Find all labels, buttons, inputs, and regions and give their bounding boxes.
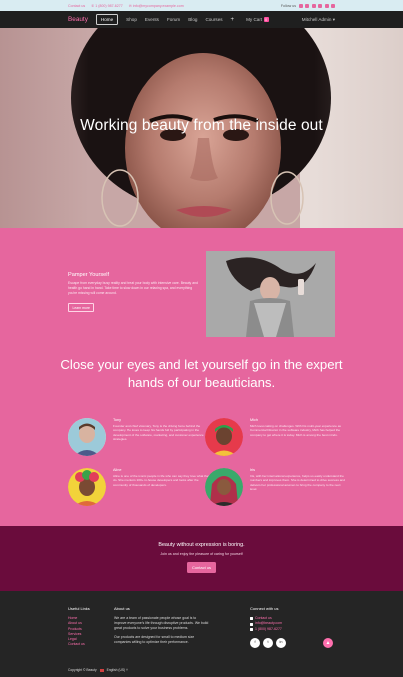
main-navbar: Beauty Home Shop Events Forum Blog Cours… bbox=[0, 11, 403, 28]
nav-home[interactable]: Home bbox=[95, 14, 119, 25]
footer-about-text-1: We are a team of passionate people whose… bbox=[114, 616, 209, 631]
team-desc-aline: Aline is one of the iconic people in lif… bbox=[113, 474, 210, 487]
pamper-section: Pamper Yourself Escape from everyday bus… bbox=[68, 272, 198, 314]
github-icon[interactable] bbox=[324, 3, 329, 8]
user-menu[interactable]: Mitchell Admin ▾ bbox=[302, 17, 335, 23]
cart-link[interactable]: My Cart 0 bbox=[246, 17, 269, 22]
contact-us-button[interactable]: Contact us bbox=[186, 562, 217, 573]
hero-title: Working beauty from the inside out bbox=[80, 117, 323, 134]
footer-about-title: About us bbox=[114, 606, 130, 611]
footer-social-icons: f t in bbox=[250, 638, 330, 649]
cart-label: My Cart bbox=[246, 17, 263, 22]
cta-title: Beauty without expression is boring. bbox=[158, 542, 245, 548]
brand-logo[interactable]: Beauty bbox=[68, 16, 88, 23]
nav-shop[interactable]: Shop bbox=[126, 17, 137, 22]
team-name-aline: Aline bbox=[113, 468, 122, 472]
pamper-title: Pamper Yourself bbox=[68, 272, 110, 278]
learn-more-button[interactable]: Learn more bbox=[68, 303, 95, 313]
beautician-quote: Close your eyes and let yourself go in t… bbox=[60, 357, 343, 390]
team-avatar-iris bbox=[205, 468, 243, 506]
team-avatar-aline bbox=[68, 468, 106, 506]
twitter-icon[interactable] bbox=[305, 3, 309, 8]
facebook-icon[interactable] bbox=[298, 3, 303, 8]
team-name-mich: Mich bbox=[250, 418, 259, 422]
pamper-photo bbox=[206, 251, 335, 337]
scroll-to-top-button[interactable]: ▲ bbox=[323, 638, 333, 648]
footer-phone-link[interactable]: 1 (800) 987-6277 bbox=[250, 627, 330, 632]
footer-links-title: Useful Links bbox=[68, 606, 90, 611]
envelope-icon bbox=[250, 622, 253, 626]
team-avatar-tony bbox=[68, 418, 106, 456]
comment-icon bbox=[250, 617, 253, 621]
social-follow: Follow us bbox=[280, 3, 335, 8]
hair-flip-image bbox=[206, 251, 335, 337]
email-link[interactable]: ✉ info@mycompany.example.com bbox=[129, 4, 184, 8]
copyright-bar: Copyright © Beauty English (US) ˅ bbox=[68, 668, 128, 672]
nav-forum[interactable]: Forum bbox=[167, 17, 180, 22]
footer-about-text-2: Our products are designed for small to m… bbox=[114, 635, 195, 645]
team-avatar-mich bbox=[205, 418, 243, 456]
team-desc-iris: Iris, with her international experience,… bbox=[250, 474, 345, 492]
team-name-tony: Tony bbox=[113, 418, 122, 422]
cta-subtitle: Join us and enjoy the pleasure of caring… bbox=[160, 552, 243, 556]
instagram-icon[interactable] bbox=[331, 3, 335, 8]
linkedin-icon[interactable]: in bbox=[276, 638, 286, 649]
copyright-text: Copyright © Beauty bbox=[68, 668, 97, 672]
email-text: info@mycompany.example.com bbox=[132, 3, 184, 8]
nav-blog[interactable]: Blog bbox=[188, 17, 197, 22]
team-name-iris: Iris bbox=[250, 468, 256, 472]
team-desc-tony: Founder and chief visionary, Tony is the… bbox=[113, 424, 204, 442]
flag-icon bbox=[99, 668, 104, 672]
site-footer: Useful Links Home About us Products Serv… bbox=[0, 591, 403, 677]
footer-connect-title: Connect with us bbox=[250, 606, 279, 611]
twitter-icon[interactable]: t bbox=[263, 638, 273, 649]
nav-courses[interactable]: Courses bbox=[205, 17, 222, 22]
add-menu-icon[interactable]: + bbox=[231, 17, 235, 23]
footer-useful-links: Useful Links Home About us Products Serv… bbox=[68, 606, 108, 648]
footer-connect: Connect with us Contact us info@beauty.c… bbox=[250, 606, 330, 649]
language-selector[interactable]: English (US) ˅ bbox=[107, 668, 128, 672]
footer-phone-text: 1 (800) 987-6277 bbox=[255, 626, 282, 631]
phone-link[interactable]: ✆ 1 (800) 987-6277 bbox=[91, 4, 123, 8]
phone-icon bbox=[250, 628, 253, 632]
footer-about: About us We are a team of passionate peo… bbox=[114, 606, 209, 649]
team-desc-mich: Mich loves taking on challenges. With hi… bbox=[250, 424, 341, 437]
cart-count-badge: 0 bbox=[263, 17, 269, 22]
user-name: Mitchell Admin bbox=[301, 16, 332, 22]
facebook-icon[interactable]: f bbox=[250, 638, 260, 649]
phone-text: 1 (800) 987-6277 bbox=[95, 3, 123, 8]
footer-link-contact[interactable]: Contact us bbox=[68, 642, 108, 647]
pamper-text: Escape from everyday busy reality and tr… bbox=[68, 281, 198, 295]
top-info-bar: Contact us ✆ 1 (800) 987-6277 ✉ info@myc… bbox=[0, 0, 403, 11]
follow-label: Follow us bbox=[280, 3, 296, 8]
nav-events[interactable]: Events bbox=[145, 17, 159, 22]
chevron-down-icon: ▾ bbox=[332, 16, 335, 22]
linkedin-icon[interactable] bbox=[311, 3, 316, 8]
cta-band: Beauty without expression is boring. Joi… bbox=[0, 526, 403, 591]
contact-link[interactable]: Contact us bbox=[68, 4, 85, 8]
youtube-icon[interactable] bbox=[318, 3, 322, 8]
hero-banner: Working beauty from the inside out bbox=[0, 28, 403, 228]
